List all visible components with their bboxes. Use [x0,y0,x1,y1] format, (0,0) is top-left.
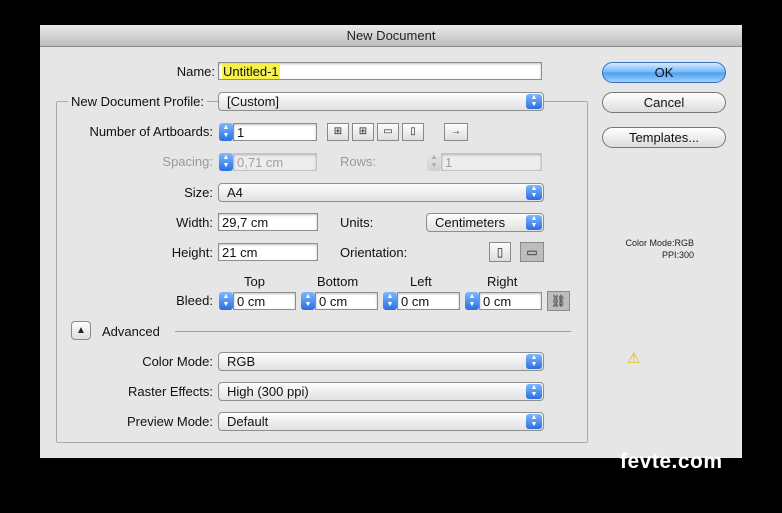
select-arrows-icon: ▲ ▼ [526,94,542,109]
size-select[interactable]: A4 ▲ ▼ [218,183,544,202]
raster-effects-select[interactable]: High (300 ppi) ▲ ▼ [218,382,544,401]
bleed-top-stepper[interactable]: ▲ ▼ [219,292,233,310]
left-to-right-icon[interactable]: → [444,123,468,141]
rows-input[interactable]: 1 [441,153,542,171]
color-mode-label: Color Mode: [142,354,213,369]
raster-effects-label: Raster Effects: [127,384,213,399]
rows-stepper[interactable]: ▲ ▼ [427,153,441,171]
templates-button[interactable]: Templates... [602,127,726,148]
width-input[interactable]: 29,7 cm [218,213,318,231]
advanced-toggle-icon[interactable]: ▲ [71,321,91,340]
warning-icon: ⚠ [627,350,641,367]
raster-effects-value: High (300 ppi) [227,384,309,399]
preview-mode-label: Preview Mode: [127,414,213,429]
portrait-icon[interactable]: ▯ [489,242,511,262]
bleed-right-input[interactable]: 0 cm [479,292,542,310]
artboards-stepper[interactable]: ▲ ▼ [219,123,233,141]
bleed-label: Bleed: [176,293,213,308]
arrange-by-row-icon[interactable]: ▭ [377,123,399,141]
watermark-logo: fevte.com [620,450,723,473]
arrange-by-column-icon[interactable]: ▯ [402,123,424,141]
select-arrows-icon: ▲ ▼ [526,185,542,200]
spacing-label: Spacing: [162,154,213,169]
orientation-label: Orientation: [340,245,408,260]
preview-mode-value: Default [227,414,269,429]
bleed-bottom-stepper[interactable]: ▲ ▼ [301,292,315,310]
bleed-bottom-label: Bottom [317,274,359,289]
name-label: Name: [176,64,215,79]
cancel-button[interactable]: Cancel [602,92,726,113]
bleed-left-label: Left [410,274,432,289]
preview-mode-select[interactable]: Default ▲ ▼ [218,412,544,431]
size-value: A4 [227,185,243,200]
dialog-title: New Document [40,25,742,47]
bleed-left-input[interactable]: 0 cm [397,292,460,310]
advanced-label: Advanced [102,324,160,339]
bleed-right-stepper[interactable]: ▲ ▼ [465,292,479,310]
profile-label: New Document Profile: [68,94,207,109]
grid-by-column-icon[interactable]: ⊞ [352,123,374,141]
info-ppi: PPI:300 [661,250,694,260]
advanced-divider [175,331,571,332]
name-value: Untitled-1 [222,64,280,79]
bleed-top-input[interactable]: 0 cm [233,292,296,310]
artboards-label: Number of Artboards: [89,124,213,139]
select-arrows-icon: ▲ ▼ [526,215,542,230]
select-arrows-icon: ▲ ▼ [526,354,542,369]
width-label: Width: [176,215,213,230]
link-icon[interactable]: ⛓ [547,291,570,311]
profile-select[interactable]: [Custom] ▲ ▼ [218,92,544,111]
profile-value: [Custom] [227,94,280,109]
bleed-right-label: Right [487,274,518,289]
ok-button[interactable]: OK [602,62,726,83]
bleed-bottom-input[interactable]: 0 cm [315,292,378,310]
size-label: Size: [184,185,213,200]
units-value: Centimeters [435,215,506,230]
info-color-mode: Color Mode:RGB [625,238,694,248]
document-info: Color Mode:RGB PPI:300 [604,237,694,261]
color-mode-value: RGB [227,354,256,369]
select-arrows-icon: ▲ ▼ [526,384,542,399]
bleed-left-stepper[interactable]: ▲ ▼ [383,292,397,310]
rows-label: Rows: [340,154,377,169]
spacing-input[interactable]: 0,71 cm [233,153,317,171]
artboards-input[interactable]: 1 [233,123,317,141]
landscape-icon[interactable]: ▭ [520,242,544,262]
height-input[interactable]: 21 cm [218,243,318,261]
bleed-top-label: Top [244,274,265,289]
select-arrows-icon: ▲ ▼ [526,414,542,429]
name-input[interactable]: Untitled-1 [218,62,542,80]
units-label: Units: [340,215,374,230]
height-label: Height: [171,245,213,260]
grid-by-row-icon[interactable]: ⊞ [327,123,349,141]
spacing-stepper[interactable]: ▲ ▼ [219,153,233,171]
color-mode-select[interactable]: RGB ▲ ▼ [218,352,544,371]
units-select[interactable]: Centimeters ▲ ▼ [426,213,544,232]
